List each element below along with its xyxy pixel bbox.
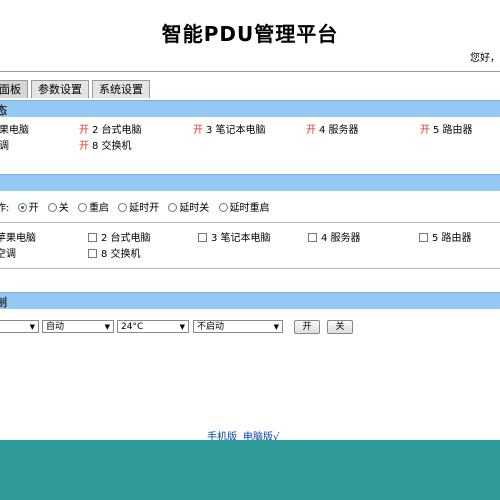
radio-delay-off[interactable]: 延时关 bbox=[168, 202, 209, 214]
section-divider bbox=[0, 268, 500, 269]
status-item-label: 果电脑 bbox=[0, 125, 29, 136]
tab-parameter-settings[interactable]: 参数设置 bbox=[31, 80, 89, 98]
aircon-off-button[interactable]: 关 bbox=[327, 320, 353, 334]
checkbox-icon[interactable] bbox=[88, 248, 97, 258]
outlet-checkbox-desktop-pc[interactable]: 2 台式电脑 bbox=[88, 232, 151, 246]
status-item-label: 4 服务器 bbox=[319, 125, 359, 136]
status-item: 开8 交换机 bbox=[79, 140, 132, 154]
status-on-label: 开 bbox=[420, 125, 430, 136]
aircon-section-header: 制 bbox=[0, 292, 500, 309]
status-on-label: 开 bbox=[79, 125, 89, 136]
footer-band bbox=[0, 440, 500, 500]
outlet-checkbox-apple-pc[interactable]: 苹果电脑 bbox=[0, 232, 36, 246]
aircon-startup-select[interactable]: 不启动 ▼ bbox=[193, 320, 283, 333]
status-item: 开2 台式电脑 bbox=[79, 124, 142, 138]
radio-on[interactable]: 开 bbox=[17, 202, 39, 214]
status-row-2: 调 开8 交换机 bbox=[0, 140, 500, 154]
header-divider bbox=[0, 71, 500, 72]
status-row-1: 果电脑 开2 台式电脑 开3 笔记本电脑 开4 服务器 开5 路由器 bbox=[0, 124, 500, 138]
outlet-checkbox-laptop[interactable]: 3 笔记本电脑 bbox=[198, 232, 271, 246]
status-item-label: 3 笔记本电脑 bbox=[206, 125, 266, 136]
chevron-down-icon: ▼ bbox=[179, 323, 185, 331]
operation-options: 作: 开 关 重启 延时开 延时关 延时重启 bbox=[0, 202, 276, 216]
status-item: 开4 服务器 bbox=[306, 124, 359, 138]
status-item: 果电脑 bbox=[0, 124, 29, 138]
section-divider bbox=[0, 222, 500, 223]
tab-dashboard[interactable]: 面板 bbox=[0, 80, 28, 98]
aircon-on-button[interactable]: 开 bbox=[294, 320, 320, 334]
radio-restart-indicator[interactable] bbox=[77, 202, 87, 212]
radio-on-indicator[interactable] bbox=[17, 202, 27, 212]
outlet-row-2: 空调 8 交换机 bbox=[0, 248, 500, 262]
tab-system-settings[interactable]: 系统设置 bbox=[92, 80, 150, 98]
radio-off-indicator[interactable] bbox=[47, 202, 57, 212]
radio-delay-on-indicator[interactable] bbox=[118, 202, 128, 212]
checkbox-icon[interactable] bbox=[88, 232, 97, 242]
status-on-label: 开 bbox=[193, 125, 203, 136]
radio-restart[interactable]: 重启 bbox=[77, 202, 109, 214]
status-item: 调 bbox=[0, 140, 9, 154]
status-section-header: 态 bbox=[0, 100, 500, 117]
outlet-checkbox-server[interactable]: 4 服务器 bbox=[308, 232, 361, 246]
status-item: 开3 笔记本电脑 bbox=[193, 124, 266, 138]
control-section-header bbox=[0, 174, 500, 191]
radio-delay-on[interactable]: 延时开 bbox=[118, 202, 159, 214]
chevron-down-icon: ▼ bbox=[29, 323, 35, 331]
outlet-checkbox-switch[interactable]: 8 交换机 bbox=[88, 248, 141, 262]
radio-delay-restart-indicator[interactable] bbox=[218, 202, 228, 212]
aircon-section-title: 制 bbox=[0, 296, 7, 309]
status-item-label: 5 路由器 bbox=[433, 125, 473, 136]
aircon-mode-select[interactable]: 自动 ▼ bbox=[42, 320, 114, 333]
operation-row: 作: 开 关 重启 延时开 延时关 延时重启 bbox=[0, 202, 500, 216]
checkbox-icon[interactable] bbox=[419, 232, 428, 242]
operation-label: 作: bbox=[0, 203, 10, 214]
status-item-label: 8 交换机 bbox=[92, 141, 132, 152]
radio-delay-off-indicator[interactable] bbox=[168, 202, 178, 212]
greeting-text: 您好， bbox=[470, 53, 500, 64]
outlet-checkbox-router[interactable]: 5 路由器 bbox=[419, 232, 472, 246]
outlet-row-1: 苹果电脑 2 台式电脑 3 笔记本电脑 4 服务器 5 路由器 bbox=[0, 232, 500, 246]
chevron-down-icon: ▼ bbox=[104, 323, 110, 331]
status-item-label: 2 台式电脑 bbox=[92, 125, 142, 136]
outlet-checkbox-aircon[interactable]: 空调 bbox=[0, 248, 16, 262]
aircon-temperature-select[interactable]: 24°C ▼ bbox=[117, 320, 189, 333]
status-on-label: 开 bbox=[79, 141, 89, 152]
tab-bar: 面板 参数设置 系统设置 bbox=[0, 80, 153, 99]
radio-delay-restart[interactable]: 延时重启 bbox=[218, 202, 270, 214]
chevron-down-icon: ▼ bbox=[273, 323, 279, 331]
status-on-label: 开 bbox=[306, 125, 316, 136]
radio-off[interactable]: 关 bbox=[47, 202, 69, 214]
page-title: 智能PDU管理平台 bbox=[161, 22, 339, 46]
checkbox-icon[interactable] bbox=[198, 232, 207, 242]
checkbox-icon[interactable] bbox=[308, 232, 317, 242]
status-section-title: 态 bbox=[0, 104, 7, 117]
status-item-label: 调 bbox=[0, 141, 9, 152]
aircon-device-select[interactable]: ▼ bbox=[0, 320, 39, 333]
status-item: 开5 路由器 bbox=[420, 124, 473, 138]
